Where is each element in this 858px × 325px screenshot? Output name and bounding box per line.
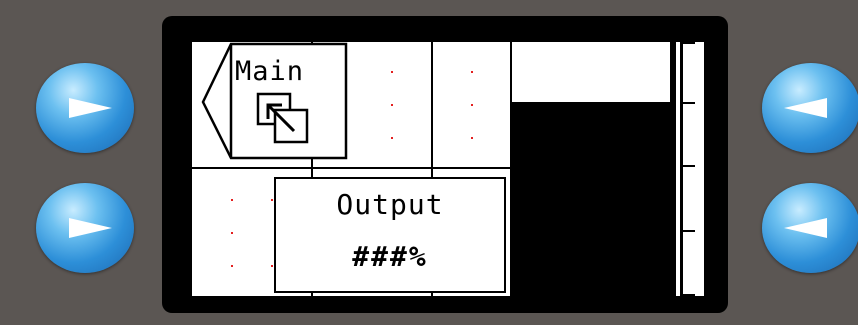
output-title: Output	[336, 188, 444, 221]
window-switch-icon	[256, 92, 309, 144]
right-top-button[interactable]	[762, 63, 858, 153]
grid-dot	[471, 137, 473, 139]
main-tab-button[interactable]: Main	[192, 42, 352, 162]
scale-tick	[683, 42, 695, 44]
right-bottom-button[interactable]	[762, 183, 858, 273]
grid-dot	[391, 104, 393, 106]
right-arrow-icon	[69, 218, 112, 238]
left-arrow-icon	[784, 98, 827, 118]
grid-dot	[391, 137, 393, 139]
scale-tick	[683, 230, 695, 232]
grid-dot	[471, 104, 473, 106]
left-top-button[interactable]	[36, 63, 134, 153]
left-bottom-button[interactable]	[36, 183, 134, 273]
grid-dot	[231, 199, 233, 201]
grid-dot	[231, 232, 233, 234]
level-scale	[676, 42, 704, 296]
display-screen: Main Output ###%	[192, 42, 704, 296]
left-arrow-icon	[784, 218, 827, 238]
grid-dot	[271, 265, 273, 267]
right-arrow-icon	[69, 98, 112, 118]
output-value: ###%	[352, 240, 428, 273]
grid-dot	[231, 265, 233, 267]
grid-line	[192, 167, 512, 169]
output-display[interactable]: Output ###%	[274, 177, 506, 293]
scale-axis	[680, 42, 683, 296]
scale-tick	[683, 102, 695, 104]
grid-dot	[391, 71, 393, 73]
scale-tick	[683, 294, 695, 296]
scale-tick	[683, 165, 695, 167]
grid-dot	[471, 71, 473, 73]
level-bar-fill	[512, 102, 670, 296]
grid-dot	[271, 199, 273, 201]
main-tab-label: Main	[235, 56, 305, 87]
